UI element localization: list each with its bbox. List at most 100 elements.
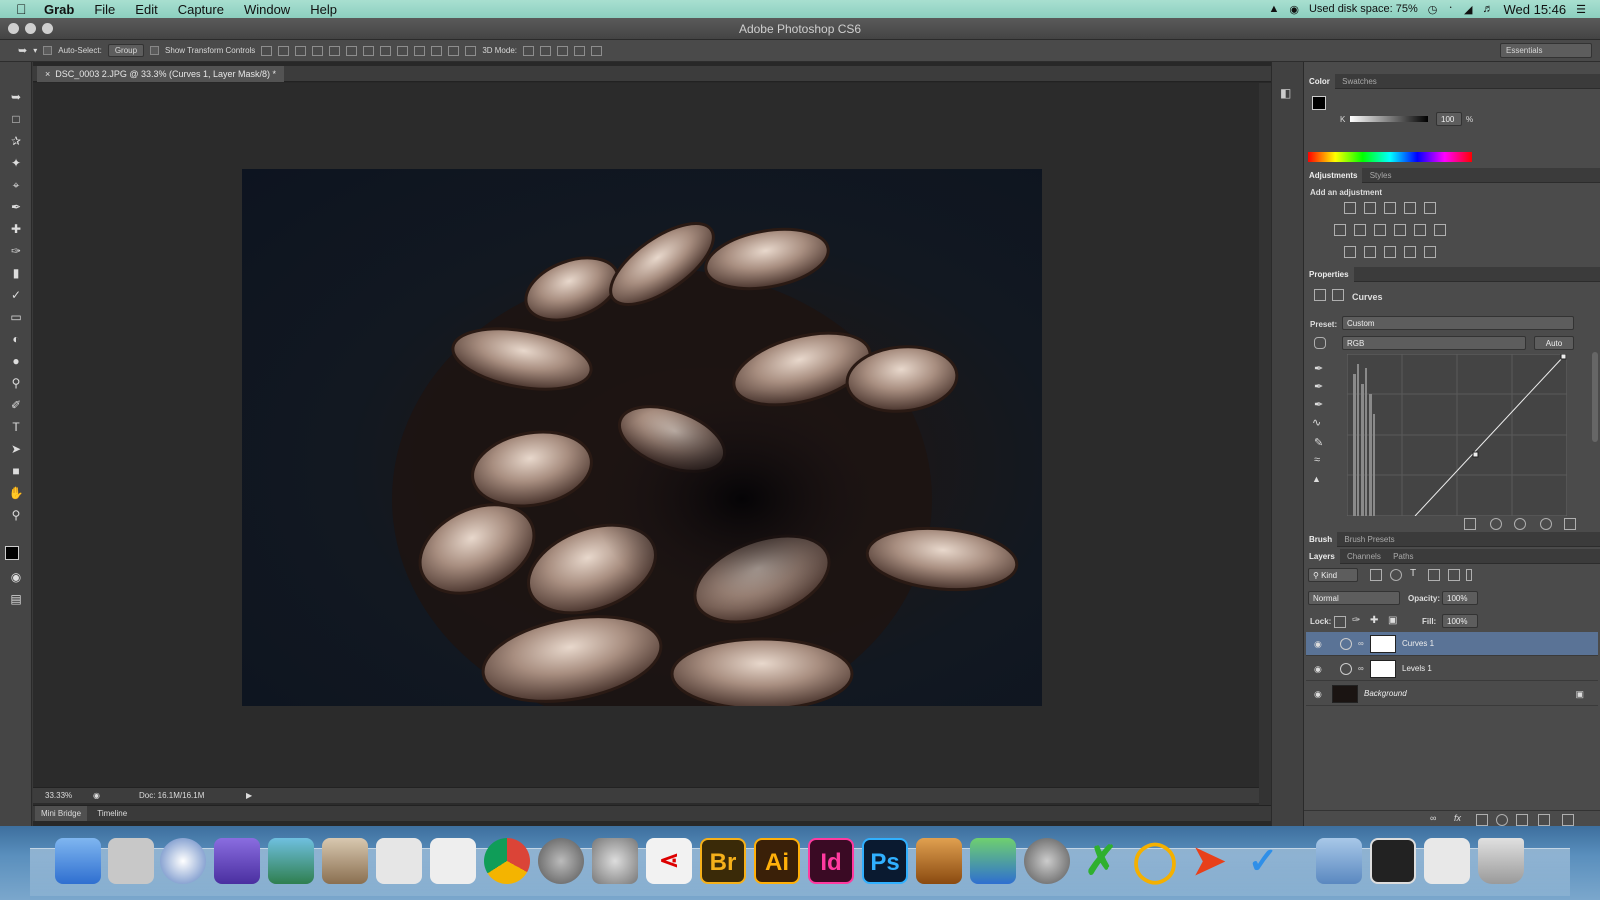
align-vcenter-icon[interactable] <box>278 45 290 56</box>
finder-icon[interactable] <box>55 838 101 884</box>
workspace-dropdown[interactable]: Essentials <box>1500 43 1592 58</box>
lock-all-icon[interactable]: ▣ <box>1388 615 1397 626</box>
powerpoint-icon[interactable]: ➤ <box>1186 838 1232 884</box>
smooth-curve-icon[interactable]: ≈ <box>1314 454 1320 466</box>
chrome-icon[interactable] <box>484 838 530 884</box>
tab-color[interactable]: Color <box>1304 74 1335 89</box>
channel-mixer-icon[interactable] <box>1414 224 1426 236</box>
transform-controls-checkbox[interactable] <box>150 46 160 55</box>
word-icon[interactable]: ✓ <box>1240 838 1286 884</box>
path-selection-tool-icon[interactable]: ➤ <box>7 442 25 456</box>
menu-capture[interactable]: Capture <box>178 2 224 17</box>
color-foreground[interactable] <box>1312 96 1326 110</box>
zoom-level[interactable]: 33.33% <box>45 788 72 803</box>
lasso-tool-icon[interactable]: ✰ <box>7 134 25 148</box>
crop-tool-icon[interactable]: ⌖ <box>7 178 25 192</box>
menu-app[interactable]: Grab <box>44 2 74 17</box>
tab-swatches[interactable]: Swatches <box>1337 74 1382 89</box>
marquee-tool-icon[interactable]: □ <box>7 112 25 126</box>
mask-link-icon[interactable]: ∞ <box>1358 632 1364 656</box>
vibrance-icon[interactable] <box>1424 202 1436 214</box>
lock-position-icon[interactable]: ✚ <box>1370 615 1378 626</box>
exposure-icon[interactable] <box>1404 202 1416 214</box>
fill-input[interactable]: 100% <box>1442 614 1478 628</box>
screen-mode-icon[interactable]: ▤ <box>7 592 25 606</box>
type-tool-icon[interactable]: T <box>7 420 25 434</box>
tab-styles[interactable]: Styles <box>1365 168 1397 183</box>
brush-tool-icon[interactable]: ✑ <box>7 244 25 258</box>
minimize-window-button[interactable] <box>25 23 36 34</box>
new-group-icon[interactable] <box>1516 814 1528 826</box>
menu-window[interactable]: Window <box>244 2 290 17</box>
link-layers-icon[interactable]: ∞ <box>1430 813 1436 823</box>
layer-name[interactable]: Background <box>1364 682 1407 706</box>
posterize-icon[interactable] <box>1364 246 1376 258</box>
menu-edit[interactable]: Edit <box>135 2 157 17</box>
time-machine-icon[interactable]: ◷ <box>1428 3 1438 16</box>
sample-white-eyedropper-icon[interactable]: ✒ <box>1314 398 1323 411</box>
layer-mask-thumbnail[interactable] <box>1370 660 1396 678</box>
documents-stack-icon[interactable] <box>1370 838 1416 884</box>
layer-thumbnail[interactable] <box>1332 685 1358 703</box>
quick-mask-icon[interactable]: ◉ <box>7 570 25 584</box>
visibility-eye-icon[interactable]: ◉ <box>1314 632 1322 656</box>
new-layer-icon[interactable] <box>1538 814 1550 826</box>
distribute-bottom-icon[interactable] <box>397 45 409 56</box>
tab-brush[interactable]: Brush <box>1304 532 1338 547</box>
auto-button[interactable]: Auto <box>1534 336 1574 350</box>
volume-icon[interactable]: ♬ <box>1482 3 1493 15</box>
photoshop-icon[interactable]: Ps <box>862 838 908 884</box>
menu-file[interactable]: File <box>94 2 115 17</box>
numbers-icon[interactable] <box>970 838 1016 884</box>
reset-adjustment-icon[interactable] <box>1514 518 1526 530</box>
disk-usage-text[interactable]: Used disk space: 75% <box>1309 3 1418 15</box>
k-value-input[interactable]: 100 <box>1436 112 1462 126</box>
disk-icon[interactable]: ◉ <box>1289 3 1299 16</box>
zoom-tool-icon[interactable]: ⚲ <box>7 508 25 522</box>
target-adjust-icon[interactable] <box>1314 337 1326 349</box>
layer-name[interactable]: Curves 1 <box>1402 632 1434 656</box>
tab-mini-bridge[interactable]: Mini Bridge <box>35 806 88 821</box>
lock-pixels-icon[interactable]: ✑ <box>1352 615 1360 626</box>
layer-row[interactable]: ◉ Background ▣ <box>1306 682 1598 706</box>
filter-adjustment-icon[interactable] <box>1390 569 1402 581</box>
3d-slide-icon[interactable] <box>574 45 585 56</box>
acrobat-icon[interactable]: ⋖ <box>646 838 692 884</box>
vertical-scrollbar[interactable] <box>1259 83 1271 805</box>
layer-name[interactable]: Levels 1 <box>1402 657 1432 681</box>
sample-black-eyedropper-icon[interactable]: ✒ <box>1314 362 1323 375</box>
trash-icon[interactable] <box>1478 838 1524 884</box>
status-menu-arrow-icon[interactable]: ▶ <box>246 788 252 803</box>
delete-layer-icon[interactable] <box>1562 814 1574 826</box>
curves-graph[interactable] <box>1347 354 1567 516</box>
tool-preset-picker[interactable]: ▾ <box>33 46 37 55</box>
color-spectrum[interactable] <box>1308 152 1472 162</box>
move-tool-icon[interactable]: ➥ <box>18 44 27 57</box>
delete-adjustment-icon[interactable] <box>1564 518 1576 530</box>
filter-shape-icon[interactable] <box>1428 569 1440 581</box>
color-lookup-icon[interactable] <box>1434 224 1446 236</box>
filter-type-icon[interactable]: T <box>1410 568 1416 579</box>
filter-smart-object-icon[interactable] <box>1448 569 1460 581</box>
font-book-icon[interactable] <box>376 838 422 884</box>
selective-color-icon[interactable] <box>1404 246 1416 258</box>
brightness-contrast-icon[interactable] <box>1344 202 1356 214</box>
rectangle-tool-icon[interactable]: ■ <box>7 464 25 478</box>
3d-rotate-icon[interactable] <box>523 45 534 56</box>
keynote-icon[interactable] <box>916 838 962 884</box>
visibility-eye-icon[interactable]: ◉ <box>1314 657 1322 681</box>
history-brush-tool-icon[interactable]: ✓ <box>7 288 25 302</box>
close-document-icon[interactable]: × <box>45 69 53 79</box>
canvas[interactable] <box>33 83 1259 805</box>
system-preferences-icon[interactable] <box>592 838 638 884</box>
menu-help[interactable]: Help <box>310 2 337 17</box>
pen-tool-icon[interactable]: ✐ <box>7 398 25 412</box>
clock[interactable]: Wed 15:46 <box>1503 2 1566 17</box>
new-adjustment-layer-icon[interactable] <box>1496 814 1508 826</box>
black-white-icon[interactable] <box>1374 224 1386 236</box>
tab-paths[interactable]: Paths <box>1388 549 1418 564</box>
blend-mode-dropdown[interactable]: Normal <box>1308 591 1400 605</box>
hand-tool-icon[interactable]: ✋ <box>7 486 25 500</box>
clipping-warning-icon[interactable]: ▲ <box>1312 474 1321 484</box>
textedit-icon[interactable] <box>430 838 476 884</box>
